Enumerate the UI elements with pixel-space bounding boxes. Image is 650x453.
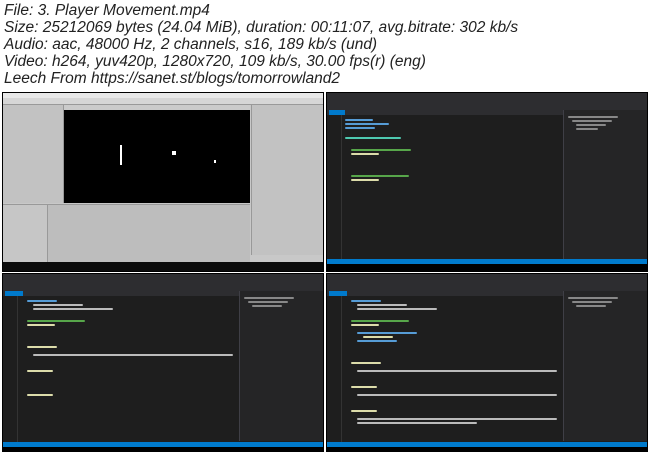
vs-solution-explorer xyxy=(563,110,647,261)
thumbnail-visual-studio-bounds-method[interactable] xyxy=(326,273,648,452)
ball-sprite xyxy=(172,151,176,155)
leech-source-text: Leech From https://sanet.st/blogs/tomorr… xyxy=(4,70,340,87)
thumbnail-visual-studio-player-script[interactable] xyxy=(326,92,648,272)
unity-game-view xyxy=(64,105,250,203)
file-name-text: File: 3. Player Movement.mp4 xyxy=(4,2,210,19)
thumbnail-unity-editor[interactable] xyxy=(2,92,324,272)
audio-info-text: Audio: aac, 48000 Hz, 2 channels, s16, 1… xyxy=(4,36,378,53)
video-info-header: File: 3. Player Movement.mp4 Size: 25212… xyxy=(0,0,650,91)
vs-code-editor[interactable] xyxy=(327,115,563,261)
windows-taskbar xyxy=(327,264,647,271)
vs-code-editor[interactable] xyxy=(3,296,239,442)
windows-taskbar xyxy=(327,447,647,451)
windows-taskbar xyxy=(3,262,323,271)
vs-code-editor[interactable] xyxy=(327,296,563,442)
unity-hierarchy-panel xyxy=(3,105,64,203)
unity-inspector-panel xyxy=(251,105,323,255)
file-size-text: Size: 25212069 bytes (24.04 MiB), durati… xyxy=(4,19,519,36)
vs-solution-explorer xyxy=(563,291,647,441)
video-info-text: Video: h264, yuv420p, 1280x720, 109 kb/s… xyxy=(4,53,426,70)
vs-solution-explorer xyxy=(239,291,323,441)
unity-project-panel xyxy=(3,204,250,262)
paddle-sprite xyxy=(120,145,122,165)
thumbnail-visual-studio-movement-methods[interactable] xyxy=(2,273,324,452)
windows-taskbar xyxy=(3,447,323,451)
unity-toolbar xyxy=(3,98,323,105)
